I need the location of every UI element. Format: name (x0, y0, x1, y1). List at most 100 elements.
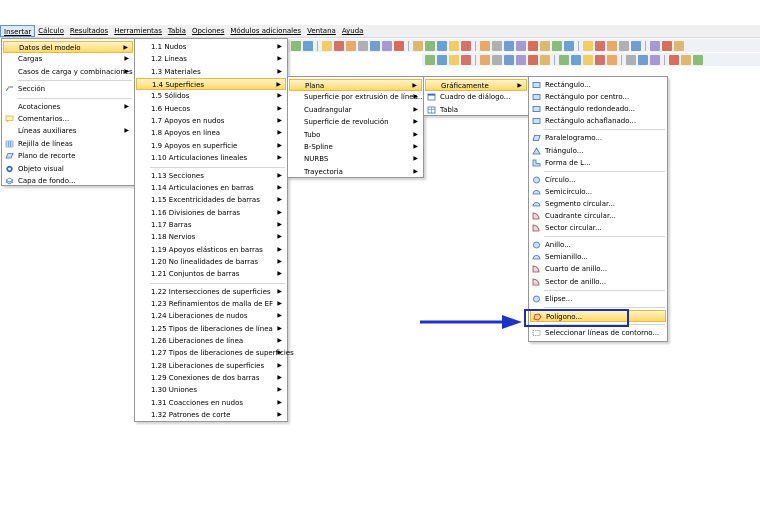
menu-item-cuadrante-circular[interactable]: Cuadrante circular... (530, 210, 666, 222)
menu-item-cargas[interactable]: Cargas ▶ (3, 53, 133, 65)
toolbar-button-icon[interactable] (559, 54, 569, 65)
menu-item-1-1-nudos[interactable]: 1.1 Nudos ▶ (136, 41, 286, 53)
menubar-item-resultados[interactable]: Resultados (67, 25, 111, 37)
menu-item-semicirculo[interactable]: Semicírculo... (530, 186, 666, 198)
toolbar-button-icon[interactable] (595, 40, 605, 51)
menu-item-nurbs[interactable]: NURBS ▶ (289, 153, 422, 165)
toolbar-button-icon[interactable] (303, 40, 313, 51)
menu-item-tabla[interactable]: Tabla (425, 104, 527, 116)
toolbar-button-icon[interactable] (413, 40, 423, 51)
toolbar-button-icon[interactable] (334, 40, 344, 51)
menubar-item-herramientas[interactable]: Herramientas (111, 25, 165, 37)
menu-item-1-3-materiales[interactable]: 1.3 Materiales ▶ (136, 66, 286, 78)
menubar-item-ayuda[interactable]: Ayuda (339, 25, 367, 37)
menu-item-1-22-intersecciones-de-superficies[interactable]: 1.22 Intersecciones de superficies ▶ (136, 286, 286, 298)
menu-item-circulo[interactable]: Círculo... (530, 174, 666, 186)
menu-item-1-24-liberaciones-de-nudos[interactable]: 1.24 Liberaciones de nudos ▶ (136, 310, 286, 322)
toolbar-button-icon[interactable] (571, 54, 581, 65)
toolbar-button-icon[interactable] (564, 40, 574, 51)
menu-item-1-2-lineas[interactable]: 1.2 Líneas ▶ (136, 53, 286, 65)
toolbar-button-icon[interactable] (394, 40, 404, 51)
menu-item-1-29-conexiones-de-dos-barras[interactable]: 1.29 Conexiones de dos barras ▶ (136, 372, 286, 384)
menu-item-segmento-circular[interactable]: Segmento circular... (530, 198, 666, 210)
menu-item-1-31-coacciones-en-nudos[interactable]: 1.31 Coacciones en nudos ▶ (136, 397, 286, 409)
toolbar-button-icon[interactable] (461, 40, 471, 51)
toolbar-button-icon[interactable] (516, 40, 526, 51)
menu-item-casos-de-carga-y-combinaciones[interactable]: Casos de carga y combinaciones ▶ (3, 66, 133, 78)
menu-item-1-10-articulaciones-lineales[interactable]: 1.10 Articulaciones lineales ▶ (136, 152, 286, 164)
toolbar-button-icon[interactable] (552, 40, 562, 51)
menubar-item-tabla[interactable]: Tabla (165, 25, 189, 37)
toolbar-button-icon[interactable] (322, 40, 332, 51)
menu-item-1-32-patrones-de-corte[interactable]: 1.32 Patrones de corte ▶ (136, 409, 286, 421)
toolbar-button-icon[interactable] (631, 40, 641, 51)
toolbar-button-icon[interactable] (449, 40, 459, 51)
menubar-item-modulos-adicionales[interactable]: Módulos adicionales (227, 25, 304, 37)
menu-item-1-21-conjuntos-de-barras[interactable]: 1.21 Conjuntos de barras ▶ (136, 268, 286, 280)
menu-item-1-4-superficies[interactable]: 1.4 Superficies ▶ (136, 78, 286, 91)
menu-item-1-27-tipos-de-liberaciones-de-superficies[interactable]: 1.27 Tipos de liberaciones de superficie… (136, 347, 294, 359)
toolbar-button-icon[interactable] (638, 54, 648, 65)
toolbar-button-icon[interactable] (540, 40, 550, 51)
menu-item-superficie-de-revolucion[interactable]: Superficie de revolución ▶ (289, 116, 422, 128)
toolbar-button-icon[interactable] (291, 40, 301, 51)
toolbar-button-icon[interactable] (626, 54, 636, 65)
menu-item-plana[interactable]: Plana ▶ (289, 79, 422, 91)
toolbar-button-icon[interactable] (583, 54, 593, 65)
menu-item-seleccionar-lineas-de-contorno[interactable]: Seleccionar líneas de contorno... (530, 327, 666, 339)
menu-item-1-18-nervios[interactable]: 1.18 Nervios ▶ (136, 231, 286, 243)
toolbar-button-icon[interactable] (607, 40, 617, 51)
menu-item-trayectoria[interactable]: Trayectoria ▶ (289, 166, 422, 178)
menu-item-elipse[interactable]: Elipse... (530, 293, 666, 305)
toolbar-button-icon[interactable] (693, 54, 703, 65)
toolbar-button-icon[interactable] (674, 40, 684, 51)
menu-item-paralelogramo[interactable]: Paralelogramo... (530, 132, 666, 144)
menu-item-1-9-apoyos-en-superficie[interactable]: 1.9 Apoyos en superficie ▶ (136, 140, 286, 152)
menu-item-comentarios[interactable]: Comentarios... (3, 113, 133, 125)
toolbar-button-icon[interactable] (437, 40, 447, 51)
menu-item-1-13-secciones[interactable]: 1.13 Secciones ▶ (136, 170, 286, 182)
menu-item-lineas-auxiliares[interactable]: Líneas auxiliares ▶ (3, 125, 133, 137)
toolbar-button-icon[interactable] (540, 54, 550, 65)
menu-item-seccion[interactable]: Sección (3, 83, 133, 95)
toolbar-button-icon[interactable] (607, 54, 617, 65)
menubar-item-opciones[interactable]: Opciones (189, 25, 227, 37)
menu-item-sector-circular[interactable]: Sector circular... (530, 222, 666, 234)
menu-item-1-5-solidos[interactable]: 1.5 Sólidos ▶ (136, 90, 286, 102)
toolbar-button-icon[interactable] (528, 40, 538, 51)
toolbar-button-icon[interactable] (681, 54, 691, 65)
menu-item-rectangulo-achaflanado[interactable]: Rectángulo achaflanado... (530, 115, 666, 127)
menu-item-sector-de-anillo[interactable]: Sector de anillo... (530, 276, 666, 288)
toolbar-button-icon[interactable] (370, 40, 380, 51)
menu-item-capa-de-fondo[interactable]: Capa de fondo... (3, 175, 133, 187)
menu-item-rejilla-de-lineas[interactable]: Rejilla de líneas (3, 138, 133, 150)
toolbar-button-icon[interactable] (662, 40, 672, 51)
toolbar-button-icon[interactable] (516, 54, 526, 65)
toolbar-button-icon[interactable] (461, 54, 471, 65)
menu-item-objeto-visual[interactable]: Objeto visual (3, 163, 133, 175)
menu-item-1-8-apoyos-en-linea[interactable]: 1.8 Apoyos en línea ▶ (136, 127, 286, 139)
menu-item-1-7-apoyos-en-nudos[interactable]: 1.7 Apoyos en nudos ▶ (136, 115, 286, 127)
menu-item-cuadro-de-dialogo[interactable]: Cuadro de diálogo... (425, 91, 527, 103)
menu-item-1-20-no-linealidades-de-barras[interactable]: 1.20 No linealidades de barras ▶ (136, 256, 286, 268)
toolbar-button-icon[interactable] (619, 40, 629, 51)
menu-item-plano-de-recorte[interactable]: Plano de recorte (3, 150, 133, 162)
menu-item-1-15-excentricidades-de-barras[interactable]: 1.15 Excentricidades de barras ▶ (136, 194, 286, 206)
toolbar-button-icon[interactable] (583, 40, 593, 51)
toolbar-button-icon[interactable] (382, 40, 392, 51)
toolbar-button-icon[interactable] (480, 54, 490, 65)
menu-item-acotaciones[interactable]: Acotaciones ▶ (3, 101, 133, 113)
toolbar-button-icon[interactable] (425, 40, 435, 51)
menubar-item-ventana[interactable]: Ventana (304, 25, 339, 37)
menu-item-b-spline[interactable]: B-Spline ▶ (289, 141, 422, 153)
menubar-item-calculo[interactable]: Cálculo (35, 25, 67, 37)
toolbar-button-icon[interactable] (437, 54, 447, 65)
menu-item-1-25-tipos-de-liberaciones-de-linea[interactable]: 1.25 Tipos de liberaciones de línea ▶ (136, 323, 286, 335)
toolbar-button-icon[interactable] (595, 54, 605, 65)
menu-item-semianillo[interactable]: Semianillo... (530, 251, 666, 263)
toolbar-button-icon[interactable] (480, 40, 490, 51)
menu-item-tubo[interactable]: Tubo ▶ (289, 129, 422, 141)
menu-item-anillo[interactable]: Anillo... (530, 239, 666, 251)
menu-item-1-19-apoyos-elasticos-en-barras[interactable]: 1.19 Apoyos elásticos en barras ▶ (136, 244, 286, 256)
menu-item-triangulo[interactable]: Triángulo... (530, 145, 666, 157)
